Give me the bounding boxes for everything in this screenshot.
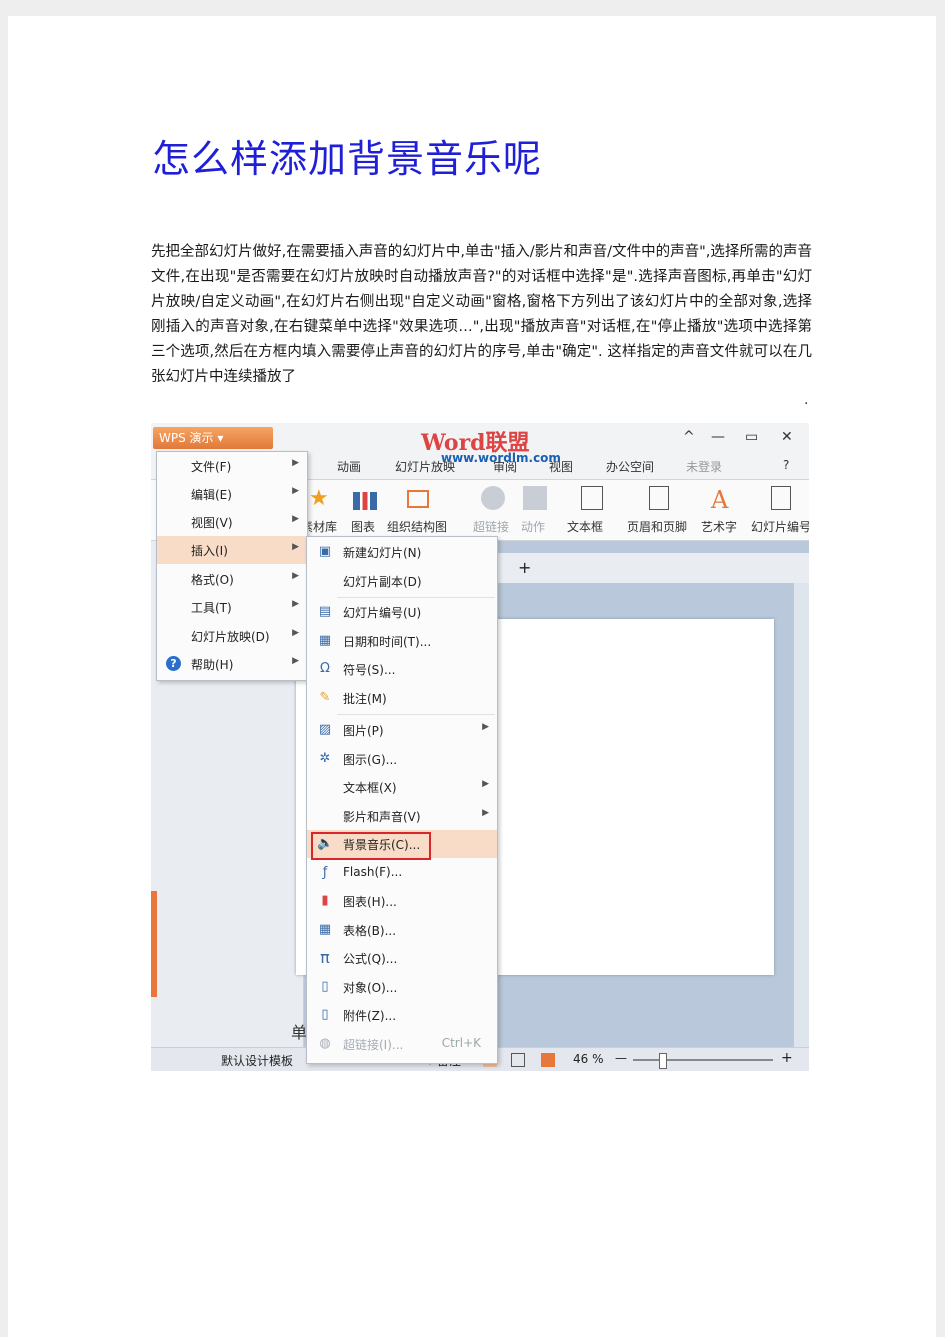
chart-icon: ▮ [321, 893, 329, 908]
ribbon-hyperlink: 超链接 [473, 520, 510, 534]
menu-picture[interactable]: ▨ 图片(P) ▶ [307, 716, 497, 744]
play-icon[interactable] [541, 1053, 555, 1067]
menu-new-slide[interactable]: ▣ 新建幻灯片(N) [307, 538, 497, 566]
close-icon[interactable]: ✕ [781, 429, 793, 445]
ribbon-wordart[interactable]: 艺术字 [701, 518, 737, 535]
textbox-icon[interactable] [581, 486, 603, 510]
help-icon[interactable]: ? [783, 458, 789, 472]
help-circle-icon: ? [166, 656, 181, 671]
shortcut-label: Ctrl+K [441, 1036, 481, 1050]
wps-screenshot: WPS 演示 ▾ Word联盟 ^ — ▭ ✕ 动画 幻灯片放映 审阅 视图 办… [151, 423, 809, 1071]
menu-diagram[interactable]: ✲ 图示(G)... [307, 745, 497, 773]
menu-flash[interactable]: ƒ Flash(F)... [307, 859, 497, 887]
menu-textbox[interactable]: 文本框(X) ▶ [307, 773, 497, 801]
ribbon-org-chart[interactable]: 组织结构图 [387, 518, 447, 535]
zoom-level: 46 % [573, 1052, 604, 1066]
slide-icon: ▣ [318, 544, 332, 559]
menu-symbol[interactable]: Ω 符号(S)... [307, 655, 497, 683]
ribbon-textbox[interactable]: 文本框 [567, 518, 603, 535]
menu-duplicate-slide[interactable]: 幻灯片副本(D) [307, 567, 497, 595]
header-footer-icon[interactable] [649, 486, 669, 510]
menu-background-music[interactable]: 🔈 背景音乐(C)... [307, 830, 497, 860]
picture-icon: ▨ [318, 722, 332, 737]
tab-office-space[interactable]: 办公空间 [606, 458, 654, 475]
number-icon: ▤ [318, 604, 332, 619]
flash-icon: ƒ [322, 865, 328, 880]
zoom-slider[interactable] [633, 1059, 773, 1061]
vertical-scrollbar[interactable] [794, 583, 809, 1047]
omega-icon: Ω [320, 661, 330, 676]
menu-comment[interactable]: ✎ 批注(M) [307, 684, 497, 712]
design-template-label: 默认设计模板 [221, 1054, 294, 1068]
pi-icon: π [320, 948, 330, 967]
calendar-icon: ▦ [318, 633, 332, 648]
menu-item-insert[interactable]: 插入(I) ▶ [157, 536, 307, 564]
login-status[interactable]: 未登录 [686, 458, 722, 475]
menu-item-file[interactable]: 文件(F) ▶ [157, 452, 307, 480]
menu-formula[interactable]: π 公式(Q)... [307, 944, 497, 972]
body-paragraph: 先把全部幻灯片做好,在需要插入声音的幻灯片中,单击"插入/影片和声音/文件中的声… [151, 244, 812, 385]
add-tab-icon[interactable]: + [518, 558, 531, 577]
ribbon-action: 动作 [521, 520, 546, 534]
object-icon: ▯ [321, 979, 329, 994]
insert-submenu: ▣ 新建幻灯片(N) 幻灯片副本(D) ▤ 幻灯片编号(U) ▦ 日期和时间(T)..… [306, 536, 498, 1064]
material-icon[interactable]: ★ [309, 486, 333, 511]
paragraph-end-mark: . [804, 392, 809, 408]
ribbon-slide-number[interactable]: 幻灯片编号 [751, 518, 809, 535]
menu-hyperlink: ◍ 超链接(I)... Ctrl+K [307, 1030, 497, 1058]
menu-date-time[interactable]: ▦ 日期和时间(T)... [307, 627, 497, 655]
sorter-view-icon[interactable] [511, 1053, 525, 1067]
sidebar-collapse-handle[interactable] [151, 891, 157, 997]
ribbon-header-footer[interactable]: 页眉和页脚 [627, 518, 687, 535]
diagram-icon: ✲ [319, 751, 331, 766]
menu-item-tools[interactable]: 工具(T) ▶ [157, 593, 307, 621]
menu-item-slideshow[interactable]: 幻灯片放映(D) ▶ [157, 622, 307, 650]
zoom-slider-thumb[interactable] [659, 1053, 667, 1069]
zoom-out-icon[interactable]: — [615, 1051, 627, 1065]
wps-main-menu: 文件(F) ▶ 编辑(E) ▶ 视图(V) ▶ 插入(I) ▶ 格式(O) ▶ 工具(T)… [156, 451, 308, 681]
watermark-url: www.wordlm.com [441, 451, 561, 465]
menu-item-edit[interactable]: 编辑(E) ▶ [157, 480, 307, 508]
attachment-icon: ▯ [321, 1007, 329, 1022]
menu-movie-sound[interactable]: 影片和声音(V) ▶ [307, 802, 497, 830]
minimize-icon[interactable]: — [711, 429, 725, 445]
action-icon [523, 486, 547, 510]
zoom-in-icon[interactable]: + [781, 1050, 793, 1066]
maximize-icon[interactable]: ▭ [745, 429, 758, 445]
menu-chart[interactable]: ▮ 图表(H)... [307, 887, 497, 915]
collapse-icon[interactable]: ^ [683, 429, 695, 445]
page-title: 怎么样添加背景音乐呢 [152, 137, 543, 181]
comment-icon: ✎ [319, 690, 331, 705]
menu-separator [337, 714, 495, 715]
menu-item-format[interactable]: 格式(O) ▶ [157, 565, 307, 593]
menu-attachment[interactable]: ▯ 附件(Z)... [307, 1001, 497, 1029]
menu-object[interactable]: ▯ 对象(O)... [307, 973, 497, 1001]
org-chart-icon[interactable] [407, 490, 429, 508]
table-icon: ▦ [318, 922, 332, 937]
wordart-icon[interactable]: A [711, 486, 735, 514]
hyperlink-icon [481, 486, 505, 510]
speaker-icon: 🔈 [317, 836, 334, 851]
ribbon-chart[interactable]: 图表 [351, 518, 375, 535]
chart-icon[interactable] [353, 492, 377, 510]
notes-pane-label: 单 [291, 1023, 308, 1042]
wps-menu-button[interactable]: WPS 演示 ▾ [153, 427, 273, 449]
menu-item-view[interactable]: 视图(V) ▶ [157, 508, 307, 536]
slide-number-icon[interactable] [771, 486, 791, 510]
menu-item-help[interactable]: ? 帮助(H) ▶ [157, 650, 307, 678]
menu-slide-number[interactable]: ▤ 幻灯片编号(U) [307, 598, 497, 626]
title-bar: WPS 演示 ▾ Word联盟 ^ — ▭ ✕ [151, 423, 809, 456]
link-icon: ◍ [319, 1036, 331, 1051]
tab-animation[interactable]: 动画 [337, 458, 361, 475]
menu-table[interactable]: ▦ 表格(B)... [307, 916, 497, 944]
